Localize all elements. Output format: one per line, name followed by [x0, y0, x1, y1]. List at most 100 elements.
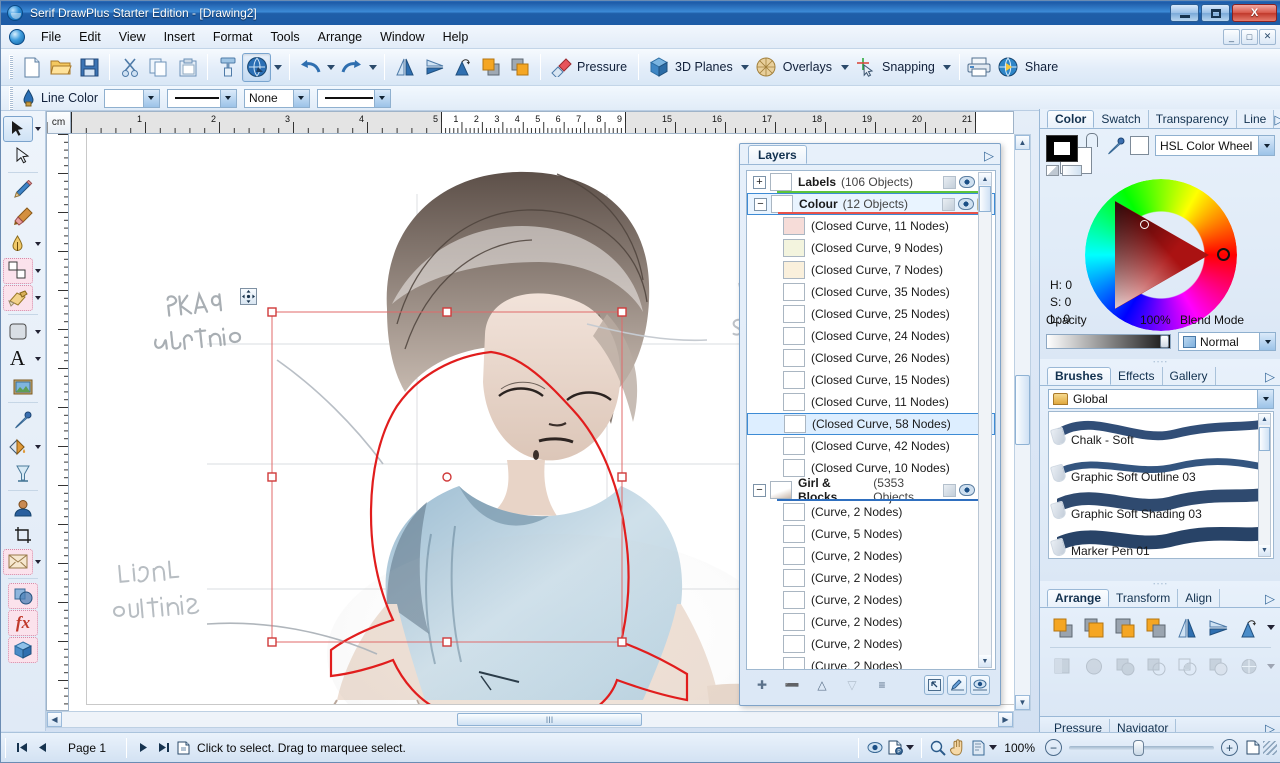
object-row[interactable]: (Curve, 2 Nodes) — [747, 501, 995, 523]
fill-line-color-selector[interactable] — [1046, 135, 1092, 175]
scroll-up-button[interactable]: ▲ — [1015, 135, 1030, 150]
publish-dropdown-arrow[interactable] — [271, 53, 284, 82]
tool-picture[interactable] — [1, 372, 45, 399]
object-row[interactable]: (Closed Curve, 11 Nodes) — [747, 391, 995, 413]
chevron-down-icon[interactable] — [293, 90, 309, 107]
opacity-track[interactable] — [1046, 334, 1171, 349]
layer-quality-icon[interactable] — [943, 176, 956, 189]
layer-visibility-icon[interactable] — [959, 484, 975, 496]
object-row[interactable]: (Closed Curve, 26 Nodes) — [747, 347, 995, 369]
object-row[interactable]: (Closed Curve, 24 Nodes) — [747, 325, 995, 347]
zoom-thumb[interactable] — [1133, 740, 1144, 756]
shape-ops-more-arrow[interactable] — [1266, 657, 1277, 677]
vertical-ruler[interactable] — [46, 134, 69, 711]
tool-envelope[interactable] — [1, 548, 45, 575]
delete-layer-button[interactable]: ➖ — [782, 675, 802, 695]
layers-panel-more-icon[interactable]: ▷ — [984, 148, 994, 164]
tool-effects[interactable]: fx — [1, 609, 45, 636]
rectangle-tool-dropdown-arrow[interactable] — [33, 319, 44, 345]
undo-dropdown-arrow[interactable] — [324, 53, 337, 82]
rotate-button[interactable] — [1235, 614, 1262, 641]
layer-expander[interactable]: − — [753, 484, 766, 497]
bring-to-front-button[interactable] — [1050, 614, 1077, 641]
pen-tool-icon[interactable] — [3, 231, 33, 257]
divide-shapes-button[interactable] — [1235, 653, 1262, 680]
brush-item[interactable]: Chalk - Soft — [1049, 412, 1273, 449]
tool-transparency[interactable] — [1, 460, 45, 487]
chevron-down-icon[interactable] — [1259, 333, 1275, 350]
menu-item-arrange[interactable]: Arrange — [309, 27, 371, 47]
text-tool-icon[interactable]: A — [3, 346, 33, 372]
pen-tool-dropdown-arrow[interactable] — [33, 231, 44, 257]
tab-arrange[interactable]: Arrange — [1047, 589, 1109, 607]
object-row[interactable]: (Closed Curve, 9 Nodes) — [747, 237, 995, 259]
show-hide-layer-button[interactable] — [970, 675, 990, 695]
zoom-tool-button[interactable] — [928, 738, 948, 758]
transparency-tool-icon[interactable] — [8, 461, 38, 487]
tab-align[interactable]: Align — [1178, 589, 1220, 607]
object-row[interactable]: (Closed Curve, 7 Nodes) — [747, 259, 995, 281]
menu-item-view[interactable]: View — [110, 27, 155, 47]
flood-fill-tool-icon[interactable] — [3, 434, 33, 460]
redo-dropdown-arrow[interactable] — [366, 53, 379, 82]
perspective-tool-icon[interactable] — [8, 637, 38, 663]
triangle-marker[interactable] — [1140, 220, 1149, 229]
color-mode-dropdown[interactable]: HSL Color Wheel — [1155, 135, 1275, 156]
send-to-back-button[interactable] — [1143, 614, 1170, 641]
opacity-thumb[interactable] — [1160, 335, 1169, 348]
brush-list[interactable]: Chalk - SoftGraphic Soft Outline 03Graph… — [1048, 411, 1274, 559]
object-row[interactable]: (Curve, 2 Nodes) — [747, 545, 995, 567]
crop-tool-icon[interactable] — [8, 522, 38, 548]
envelope-tool-dropdown-arrow[interactable] — [33, 549, 44, 575]
brush-scroll-thumb[interactable] — [1259, 427, 1270, 451]
tool-persona[interactable] — [1, 494, 45, 521]
intersect-shapes-button[interactable] — [1173, 653, 1200, 680]
snapping-dropdown-arrow[interactable] — [941, 53, 954, 82]
tab-gallery[interactable]: Gallery — [1163, 367, 1216, 385]
layer-visibility-icon[interactable] — [959, 176, 975, 188]
tool-paintbrush[interactable] — [1, 203, 45, 230]
flip-vertical-button[interactable] — [419, 53, 448, 82]
object-row[interactable]: (Curve, 2 Nodes) — [747, 633, 995, 655]
maximize-button[interactable] — [1201, 4, 1230, 22]
tool-node[interactable] — [1, 142, 45, 169]
tool-rectangle[interactable] — [1, 318, 45, 345]
3d-planes-label[interactable]: 3D Planes — [673, 60, 739, 74]
horizontal-scroll-thumb[interactable]: III — [457, 713, 642, 726]
zoom-in-button[interactable]: + — [1221, 739, 1238, 756]
layer-visibility-icon[interactable] — [958, 198, 974, 210]
flood-fill-dropdown-arrow[interactable] — [33, 434, 44, 460]
fill-color-swatch[interactable] — [1046, 135, 1078, 162]
layer-row[interactable]: +Labels(106 Objects) — [747, 171, 995, 193]
3d-planes-icon[interactable] — [644, 53, 673, 82]
bring-forward-button[interactable] — [1081, 614, 1108, 641]
persona-tool-icon[interactable] — [8, 495, 38, 521]
layer-expander[interactable]: − — [754, 198, 767, 211]
snapshot-dropdown-arrow[interactable] — [988, 739, 998, 757]
last-page-button[interactable] — [153, 738, 173, 758]
panel-drag-grip[interactable]: ‧‧‧‧ — [1040, 359, 1280, 366]
menu-item-file[interactable]: File — [32, 27, 70, 47]
page-setup-dropdown-arrow[interactable] — [905, 739, 915, 757]
next-page-button[interactable] — [133, 738, 153, 758]
copy-button[interactable] — [144, 53, 173, 82]
line-toolbar-grip[interactable] — [9, 86, 13, 110]
scroll-down-button[interactable]: ▼ — [1015, 695, 1030, 710]
scroll-left-button[interactable]: ◀ — [47, 712, 62, 727]
object-row[interactable]: (Closed Curve, 25 Nodes) — [747, 303, 995, 325]
overlays-icon[interactable] — [752, 53, 781, 82]
view-quality-button[interactable] — [865, 738, 885, 758]
tool-colour-picker[interactable] — [1, 406, 45, 433]
tool-fill[interactable] — [1, 284, 45, 311]
pressure-icon[interactable] — [546, 53, 575, 82]
layers-scroll-thumb[interactable] — [979, 186, 991, 212]
line-style-dropdown[interactable] — [167, 89, 237, 108]
pan-tool-button[interactable] — [948, 738, 968, 758]
print-button[interactable] — [965, 53, 994, 82]
vertical-scrollbar[interactable]: ▲ ▼ — [1014, 134, 1031, 711]
crop-to-shape-button[interactable] — [1081, 653, 1108, 680]
tool-crop[interactable] — [1, 521, 45, 548]
merge-layers-button[interactable]: ≡ — [872, 675, 892, 695]
add-shapes-button[interactable] — [1112, 653, 1139, 680]
opacity-slider[interactable] — [1046, 334, 1171, 351]
